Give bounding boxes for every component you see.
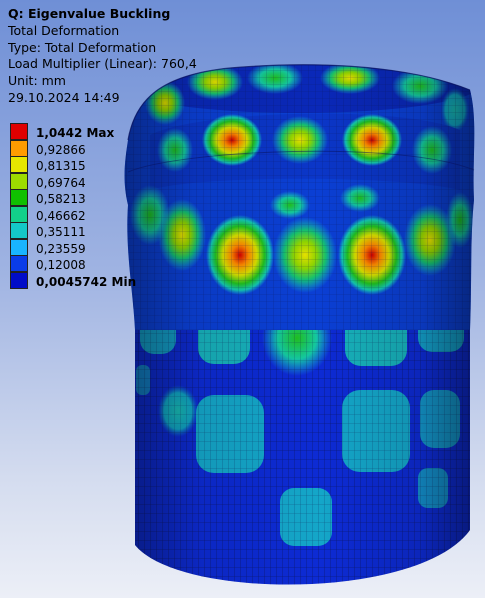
load-multiplier: Load Multiplier (Linear): 760,4 — [8, 56, 197, 72]
legend-label: 0,81315 — [36, 159, 86, 173]
legend-swatch — [10, 238, 28, 256]
legend-label: 0,92866 — [36, 142, 86, 157]
legend-swatch — [10, 189, 28, 206]
result-info-block: Q: Eigenvalue Buckling Total Deformation… — [8, 6, 197, 107]
analysis-title: Q: Eigenvalue Buckling — [8, 6, 171, 21]
legend-swatch — [10, 255, 28, 272]
legend-row: 0,0045742 Min — [8, 271, 148, 291]
legend-label: 0,69764 — [36, 175, 86, 190]
legend-label: 0,12008 — [36, 258, 86, 272]
legend-swatch — [10, 271, 28, 289]
legend-swatch — [10, 139, 28, 157]
legend-label: 1,0442 Max — [36, 126, 115, 140]
legend-label: 0,0045742 Min — [36, 274, 137, 289]
legend-label: 0,35111 — [36, 225, 86, 239]
legend-swatch — [10, 222, 28, 239]
legend-label: 0,46662 — [36, 208, 86, 223]
timestamp: 29.10.2024 14:49 — [8, 89, 120, 105]
result-type: Type: Total Deformation — [8, 39, 157, 55]
legend-label: 0,58213 — [36, 192, 86, 206]
legend-swatch — [10, 205, 28, 223]
legend-swatch — [10, 172, 28, 190]
legend-swatch — [10, 123, 28, 140]
legend-label: 0,23559 — [36, 241, 86, 256]
legend-swatch — [10, 156, 28, 173]
cylinder-shell — [135, 290, 470, 585]
unit-label: Unit: mm — [8, 73, 66, 89]
result-name: Total Deformation — [8, 22, 120, 38]
